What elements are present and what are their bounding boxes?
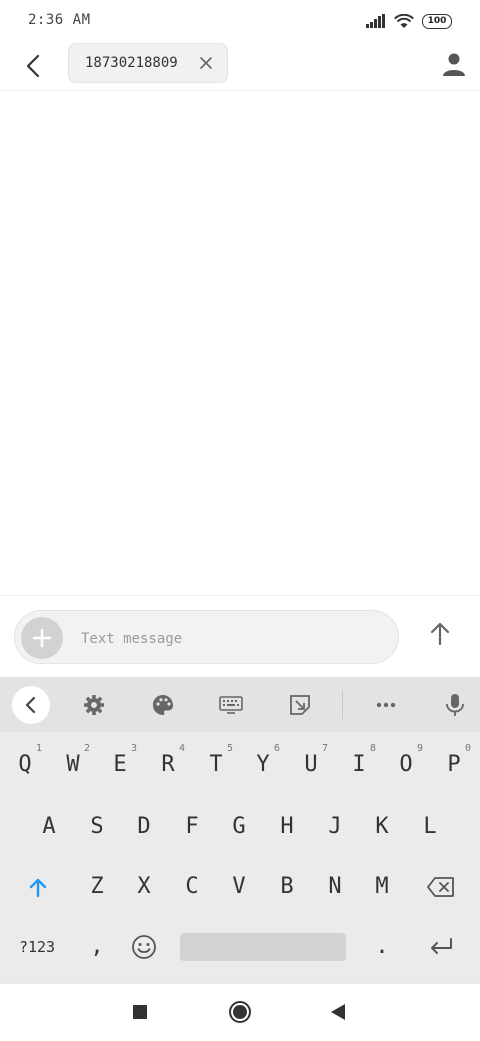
key-f[interactable]: F (169, 802, 215, 852)
key-r[interactable]: R4 (145, 740, 191, 790)
keyboard: Q1 W2 E3 R4 T5 Y6 U7 I8 O9 P0 A S D F G … (0, 677, 480, 983)
key-w[interactable]: W2 (50, 740, 96, 790)
key-b[interactable]: B (264, 862, 310, 912)
status-icons: 100 (366, 13, 452, 29)
key-d[interactable]: D (121, 802, 167, 852)
remove-recipient-button[interactable] (197, 54, 215, 72)
key-k[interactable]: K (359, 802, 405, 852)
key-t[interactable]: T5 (193, 740, 239, 790)
enter-key[interactable] (418, 922, 464, 972)
back-arrow-icon (26, 54, 40, 78)
shift-key[interactable] (15, 862, 61, 912)
conversation-header: 18730218809 (0, 42, 480, 91)
attach-button[interactable] (21, 617, 63, 659)
key-x[interactable]: X (121, 862, 167, 912)
key-j[interactable]: J (312, 802, 358, 852)
message-list (0, 91, 480, 595)
message-input[interactable] (79, 625, 383, 653)
space-key[interactable] (180, 933, 346, 961)
emoji-icon (132, 935, 156, 959)
key-p[interactable]: P0 (431, 740, 477, 790)
microphone-icon (446, 694, 464, 716)
key-q[interactable]: Q1 (2, 740, 48, 790)
more-options-button[interactable] (371, 690, 401, 720)
plus-icon (32, 628, 52, 648)
key-h[interactable]: H (264, 802, 310, 852)
one-handed-button[interactable] (216, 690, 246, 720)
home-button[interactable] (228, 1000, 252, 1024)
circle-icon (229, 1001, 251, 1023)
more-horizontal-icon (376, 702, 396, 708)
wifi-icon (394, 13, 414, 28)
key-y[interactable]: Y6 (240, 740, 286, 790)
key-i[interactable]: I8 (336, 740, 382, 790)
status-time: 2:36 AM (28, 12, 91, 28)
key-g[interactable]: G (216, 802, 262, 852)
key-v[interactable]: V (216, 862, 262, 912)
key-z[interactable]: Z (74, 862, 120, 912)
navigation-bar (0, 983, 480, 1041)
key-a[interactable]: A (26, 802, 72, 852)
recipient-number: 18730218809 (85, 55, 178, 71)
toolbar-divider (342, 691, 343, 719)
nav-back-button[interactable] (326, 1000, 350, 1024)
backspace-key[interactable] (418, 862, 464, 912)
person-icon (443, 53, 465, 76)
compose-bar (0, 595, 480, 678)
battery-icon: 100 (422, 13, 452, 29)
key-s[interactable]: S (74, 802, 120, 852)
key-n[interactable]: N (312, 862, 358, 912)
emoji-key[interactable] (121, 922, 167, 972)
back-button[interactable] (18, 50, 50, 82)
key-e[interactable]: E3 (97, 740, 143, 790)
key-m[interactable]: M (359, 862, 405, 912)
key-o[interactable]: O9 (383, 740, 429, 790)
keyboard-toolbar (0, 677, 480, 732)
keyboard-icon (219, 696, 243, 714)
compose-field (14, 610, 399, 664)
gear-icon (84, 695, 104, 715)
square-icon (133, 1005, 147, 1019)
key-l[interactable]: L (407, 802, 453, 852)
keyboard-settings-button[interactable] (79, 690, 109, 720)
contact-button[interactable] (440, 50, 468, 78)
voice-input-button[interactable] (440, 690, 470, 720)
key-c[interactable]: C (169, 862, 215, 912)
chevron-left-icon (25, 696, 36, 714)
resize-button[interactable] (285, 690, 315, 720)
period-key[interactable]: . (359, 922, 405, 972)
palette-icon (153, 695, 173, 715)
backspace-icon (427, 877, 454, 897)
recipient-chip[interactable]: 18730218809 (68, 43, 228, 83)
send-button[interactable] (424, 618, 456, 650)
comma-key[interactable]: , (74, 922, 120, 972)
status-bar: 2:36 AM 100 (0, 0, 480, 42)
shift-arrow-icon (29, 878, 47, 898)
arrow-up-icon (430, 622, 450, 646)
theme-button[interactable] (148, 690, 178, 720)
signal-icon (366, 14, 385, 28)
resize-icon (290, 695, 310, 715)
recents-button[interactable] (128, 1000, 152, 1024)
enter-icon (431, 938, 452, 954)
keyboard-collapse-button[interactable] (12, 686, 50, 724)
close-icon (200, 57, 212, 69)
triangle-back-icon (331, 1004, 345, 1020)
symbols-key[interactable]: ?123 (8, 922, 66, 972)
key-u[interactable]: U7 (288, 740, 334, 790)
